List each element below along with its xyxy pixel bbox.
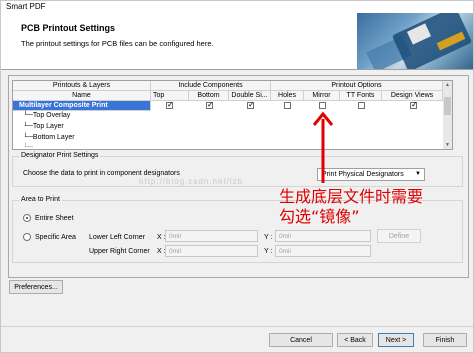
designator-legend: Designator Print Settings xyxy=(19,152,101,159)
tree-item-top-overlay[interactable]: └─Top Overlay xyxy=(23,112,70,119)
checkbox-top[interactable] xyxy=(166,100,174,109)
window-title: Smart PDF xyxy=(6,2,46,11)
checkbox-holes[interactable] xyxy=(284,102,291,109)
watermark-text: http://blog.csdn.net/lzb xyxy=(139,177,244,186)
lower-left-label: Lower Left Corner xyxy=(89,234,146,241)
column-header-tt-fonts[interactable]: TT Fonts xyxy=(340,91,382,101)
checkbox-bottom[interactable] xyxy=(206,100,214,109)
chevron-down-icon: ▼ xyxy=(415,171,421,177)
wizard-header: PCB Printout Settings The printout setti… xyxy=(1,13,473,70)
page-subtitle: The printout settings for PCB files can … xyxy=(21,39,214,48)
group-header-printouts: Printouts & Layers xyxy=(13,81,151,91)
entire-sheet-radio[interactable] xyxy=(23,214,31,222)
smart-pdf-dialog: Smart PDF PCB Printout Settings The prin… xyxy=(0,0,474,353)
group-header-components: Include Components xyxy=(151,81,271,91)
tree-item-top-layer[interactable]: └─Top Layer xyxy=(23,123,64,130)
annotation-arrow xyxy=(312,111,334,183)
scroll-up-icon[interactable]: ▲ xyxy=(444,81,451,89)
area-group: Area to Print Entire Sheet Specific Area… xyxy=(12,196,463,263)
lower-left-y-label: Y : xyxy=(264,234,273,241)
specific-area-radio[interactable] xyxy=(23,233,31,241)
preferences-button[interactable]: Preferences... xyxy=(9,280,63,294)
tree-item-bottom-layer[interactable]: └─Bottom Layer xyxy=(23,134,75,141)
footer-divider xyxy=(1,326,473,327)
scroll-down-icon[interactable]: ▼ xyxy=(444,141,451,149)
upper-right-x-input[interactable]: 0mil xyxy=(165,245,258,257)
group-header-options: Printout Options xyxy=(271,81,443,91)
column-header-holes[interactable]: Holes xyxy=(271,91,304,101)
upper-right-y-label: Y : xyxy=(264,248,273,255)
upper-right-label: Upper Right Corner xyxy=(89,248,150,255)
scroll-thumb[interactable] xyxy=(444,97,451,115)
designator-prompt: Choose the data to print in component de… xyxy=(23,170,180,177)
define-button[interactable]: Define xyxy=(377,229,421,243)
title-bar: Smart PDF xyxy=(1,1,473,13)
column-header-mirror[interactable]: Mirror xyxy=(304,91,340,101)
next-button[interactable]: Next > xyxy=(378,333,414,347)
page-title: PCB Printout Settings xyxy=(21,23,115,33)
row-multilayer-composite[interactable]: Multilayer Composite Print xyxy=(13,101,151,111)
entire-sheet-label[interactable]: Entire Sheet xyxy=(35,215,74,222)
annotation-line-1: 生成底层文件时需要 xyxy=(279,187,424,206)
annotation-line-2: 勾选“镜像” xyxy=(279,207,360,226)
specific-area-label[interactable]: Specific Area xyxy=(35,234,76,241)
lower-left-x-input[interactable]: 0mil xyxy=(165,230,258,242)
grid-scrollbar[interactable]: ▲ ▼ xyxy=(443,80,453,150)
checkbox-double-sided[interactable] xyxy=(247,100,255,109)
layers-grid[interactable]: Printouts & Layers Include Components Pr… xyxy=(12,80,444,150)
area-legend: Area to Print xyxy=(19,196,62,203)
checkbox-tt-fonts[interactable] xyxy=(358,102,365,109)
column-header-name[interactable]: Name xyxy=(13,91,151,101)
checkbox-design-views[interactable] xyxy=(410,100,418,109)
back-button[interactable]: < Back xyxy=(337,333,373,347)
lower-left-y-input[interactable]: 0mil xyxy=(275,230,371,242)
pcb-banner-image xyxy=(357,13,473,69)
upper-right-y-input[interactable]: 0mil xyxy=(275,245,371,257)
tree-item-more: └─ xyxy=(23,144,33,150)
cancel-button[interactable]: Cancel xyxy=(269,333,333,347)
checkbox-mirror[interactable] xyxy=(319,102,326,109)
finish-button[interactable]: Finish xyxy=(423,333,467,347)
